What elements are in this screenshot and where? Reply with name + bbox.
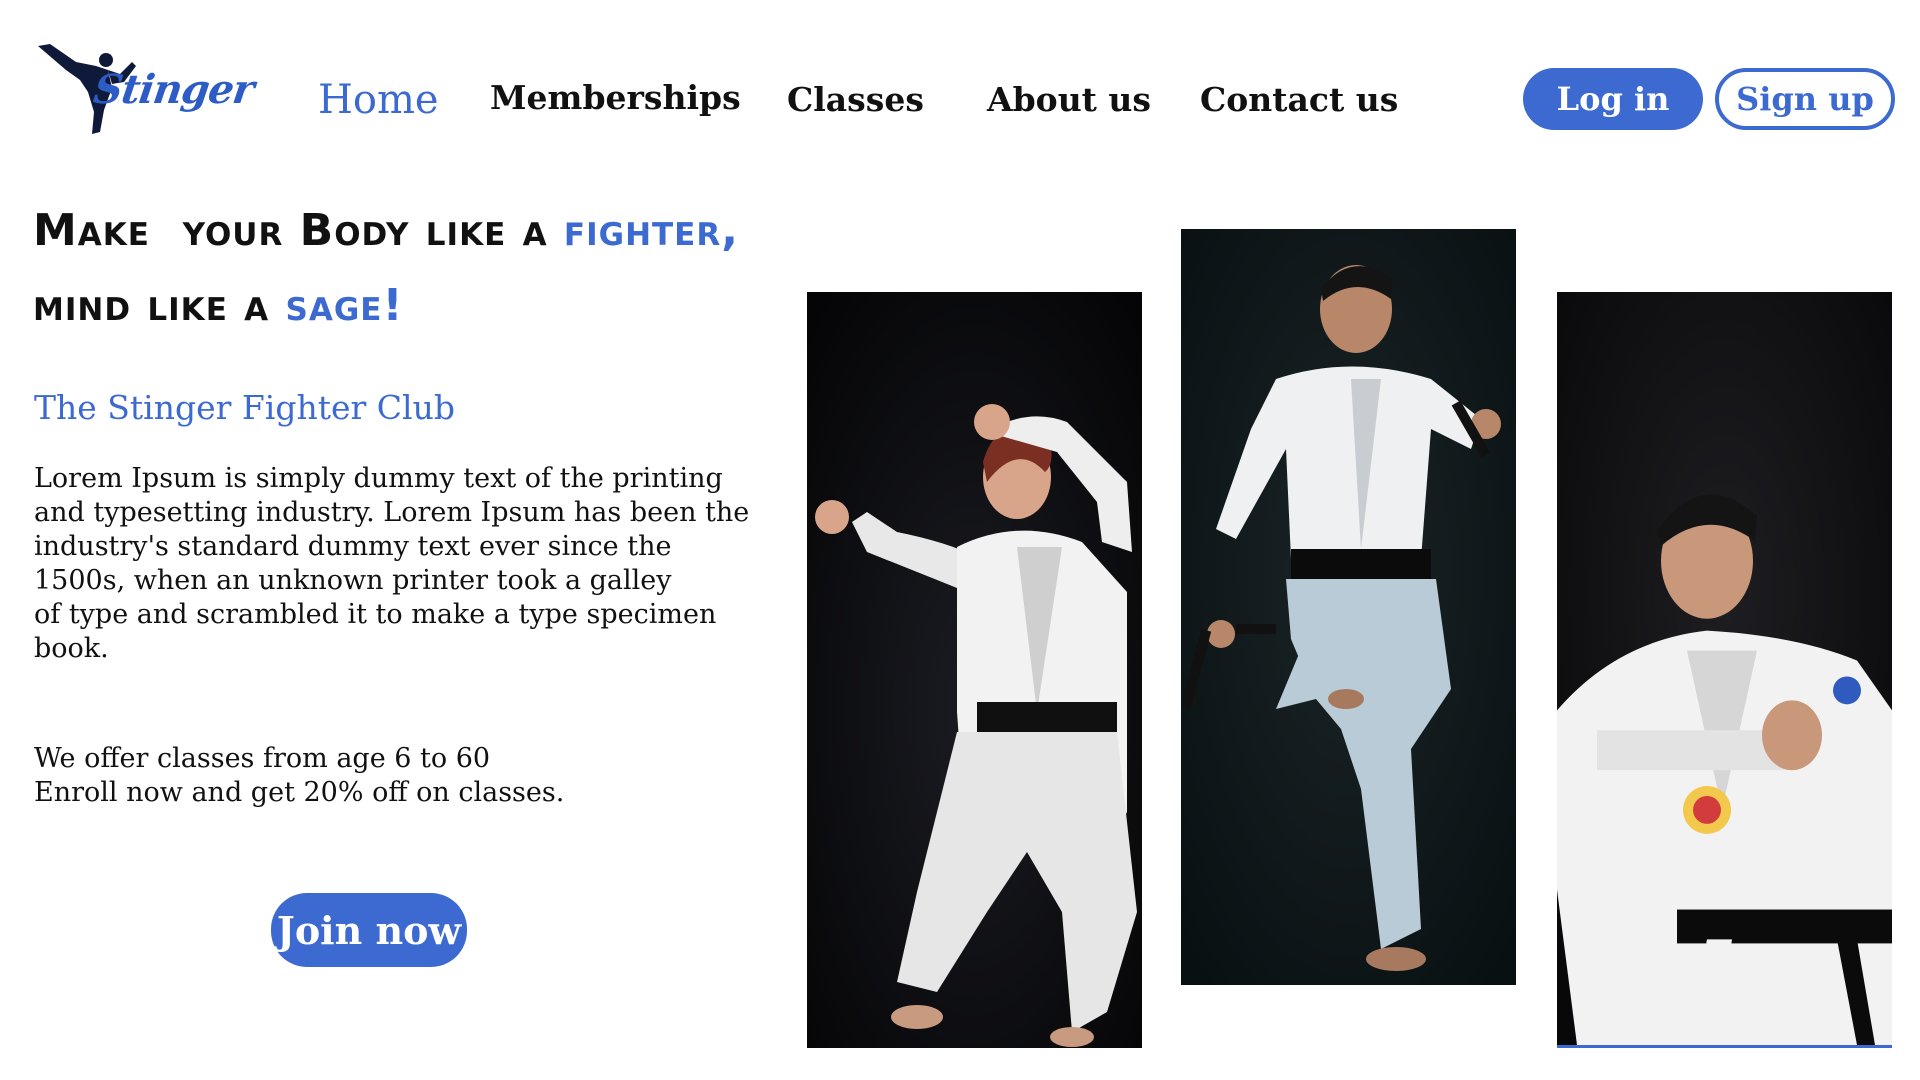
headline-line1-text: Make your Body like a <box>33 205 564 256</box>
karate-man-guard-photo <box>1557 292 1892 1048</box>
nav-contact-us[interactable]: Contact us <box>1200 80 1398 119</box>
intro-line: 1500s, when an unknown printer took a ga… <box>34 565 672 596</box>
offer-paragraph: We offer classes from age 6 to 60 Enroll… <box>34 742 564 810</box>
club-title: The Stinger Fighter Club <box>34 388 455 427</box>
offer-line: Enroll now and get 20% off on classes. <box>34 777 565 808</box>
hero-headline-line1: Make your Body like a fighter, <box>33 205 739 256</box>
hero-headline-line2: mind like a sage! <box>33 280 404 331</box>
intro-line: of type and scrambled it to make a type … <box>34 599 717 630</box>
karate-man-nunchaku-photo <box>1181 229 1516 985</box>
headline-accent-sage: sage! <box>285 280 404 331</box>
brand-logo[interactable]: Stinger <box>36 40 256 140</box>
nav-memberships[interactable]: Memberships <box>490 78 741 117</box>
logo-text: Stinger <box>90 66 257 113</box>
nav-classes[interactable]: Classes <box>787 80 924 119</box>
nav-about-us[interactable]: About us <box>987 80 1151 119</box>
intro-line: book. <box>34 633 109 664</box>
nav-home[interactable]: Home <box>318 77 439 123</box>
login-button[interactable]: Log in <box>1523 68 1703 130</box>
offer-line: We offer classes from age 6 to 60 <box>34 743 491 774</box>
headline-line2-text: mind like a <box>33 280 286 331</box>
join-now-button[interactable]: Join now <box>271 893 467 967</box>
headline-accent-fighter: fighter, <box>563 205 739 256</box>
intro-paragraph: Lorem Ipsum is simply dummy text of the … <box>34 462 774 666</box>
intro-line: industry's standard dummy text ever sinc… <box>34 531 672 562</box>
intro-line: and typesetting industry. Lorem Ipsum ha… <box>34 497 750 528</box>
karate-woman-photo <box>807 292 1142 1048</box>
intro-line: Lorem Ipsum is simply dummy text of the … <box>34 463 723 494</box>
signup-button[interactable]: Sign up <box>1715 68 1895 130</box>
